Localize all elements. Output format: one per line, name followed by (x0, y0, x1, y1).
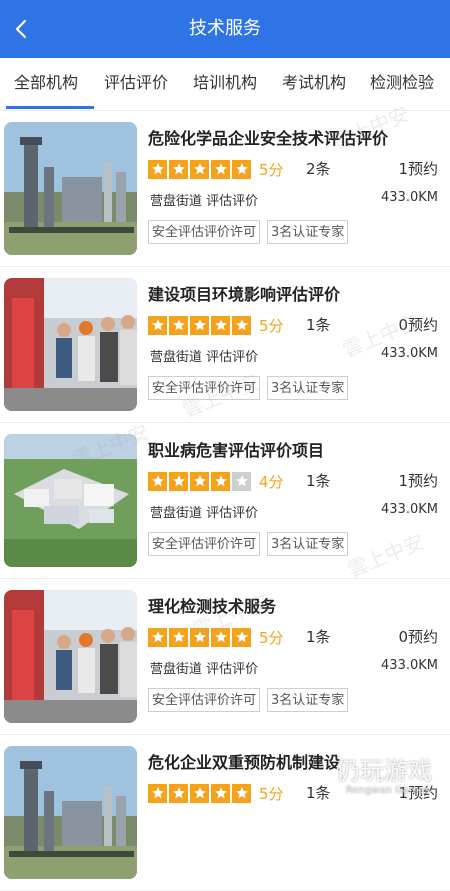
booking-count: 0预约 (398, 628, 438, 646)
star-icon (169, 471, 188, 491)
tab-exam[interactable]: 考试机构 (282, 58, 346, 110)
expert-tag: 3名认证专家 (267, 376, 349, 400)
service-name: 危化企业双重预防机制建设 (148, 753, 341, 772)
expert-tag: 3名认证专家 (267, 220, 349, 244)
expert-tag: 3名认证专家 (267, 688, 349, 712)
star-icon (211, 315, 230, 335)
license-tag: 安全评估评价许可 (148, 220, 261, 244)
rating-stars: 5分 (148, 626, 284, 648)
booking-count: 1预约 (398, 472, 438, 490)
service-name: 理化检测技术服务 (148, 597, 277, 616)
rating-stars: 5分 (148, 158, 284, 180)
tab-evaluation[interactable]: 评估评价 (104, 58, 168, 110)
star-icon (211, 471, 230, 491)
booking-count: 0预约 (398, 316, 438, 334)
star-icon (232, 315, 251, 335)
rating-score: 5分 (259, 316, 284, 335)
service-name: 职业病危害评估评价项目 (148, 441, 325, 460)
star-icon (190, 159, 209, 179)
service-distance: 433.0KM (381, 190, 438, 205)
service-location: 营盘街道 评估评价 (150, 506, 259, 521)
star-icon (190, 627, 209, 647)
service-item[interactable]: 理化检测技术服务 5分 1条 0预约营盘街道 评估评价 433.0KM 安全评估评价许可 3… (0, 578, 450, 735)
service-location: 营盘街道 评估评价 (150, 194, 259, 209)
tab-training[interactable]: 培训机构 (193, 58, 257, 110)
rating-stars: 4分 (148, 470, 284, 492)
record-count: 1条 (306, 472, 331, 490)
service-distance: 433.0KM (381, 658, 438, 673)
service-thumbnail[interactable] (4, 278, 137, 411)
category-tabs: 全部机构 评估评价 培训机构 考试机构 检测检验 (0, 58, 450, 111)
star-icon (148, 471, 167, 491)
service-name: 建设项目环境影响评估评价 (148, 285, 341, 304)
service-thumbnail[interactable] (4, 434, 137, 567)
rating-score: 5分 (259, 160, 284, 179)
star-icon (232, 627, 251, 647)
service-distance: 433.0KM (381, 346, 438, 361)
app-header: 技术服务 (0, 0, 450, 58)
star-icon (211, 627, 230, 647)
service-item[interactable]: 职业病危害评估评价项目 4分 1条 1预约营盘街道 评估评价 433.0KM 安全评估评价… (0, 422, 450, 579)
rating-score: 5分 (259, 784, 284, 803)
record-count: 2条 (306, 160, 331, 178)
star-icon (169, 627, 188, 647)
star-icon (148, 315, 167, 335)
expert-tag: 3名认证专家 (267, 532, 349, 556)
star-icon (190, 315, 209, 335)
star-icon (169, 315, 188, 335)
service-item[interactable]: 建设项目环境影响评估评价 5分 1条 0预约营盘街道 评估评价 433.0KM 安全评估评… (0, 266, 450, 423)
star-icon (232, 471, 251, 491)
service-name: 危险化学品企业安全技术评估评价 (148, 129, 389, 148)
rating-score: 5分 (259, 628, 284, 647)
license-tag: 安全评估评价许可 (148, 532, 261, 556)
service-location: 营盘街道 评估评价 (150, 350, 259, 365)
service-item[interactable]: 危险化学品企业安全技术评估评价 5分 2条 1预约营盘街道 评估评价 433.0KM 安全… (0, 110, 450, 267)
service-item[interactable]: 危化企业双重预防机制建设 5分 1条 1预约 (0, 734, 450, 891)
page-title: 技术服务 (189, 18, 261, 39)
service-distance: 433.0KM (381, 502, 438, 517)
service-location: 营盘街道 评估评价 (150, 662, 259, 677)
active-tab-indicator (6, 106, 94, 109)
booking-count: 1预约 (398, 160, 438, 178)
service-thumbnail[interactable] (4, 122, 137, 255)
star-icon (211, 159, 230, 179)
tab-inspection[interactable]: 检测检验 (370, 58, 434, 110)
record-count: 1条 (306, 316, 331, 334)
star-icon (232, 159, 251, 179)
star-icon (169, 159, 188, 179)
rating-score: 4分 (259, 472, 284, 491)
license-tag: 安全评估评价许可 (148, 688, 261, 712)
star-icon (190, 471, 209, 491)
rating-stars: 5分 (148, 782, 284, 804)
service-thumbnail[interactable] (4, 590, 137, 723)
tab-all[interactable]: 全部机构 (14, 58, 78, 110)
license-tag: 安全评估评价许可 (148, 376, 261, 400)
star-icon (148, 627, 167, 647)
rating-stars: 5分 (148, 314, 284, 336)
service-thumbnail[interactable] (4, 746, 137, 879)
record-count: 1条 (306, 628, 331, 646)
star-icon (148, 159, 167, 179)
